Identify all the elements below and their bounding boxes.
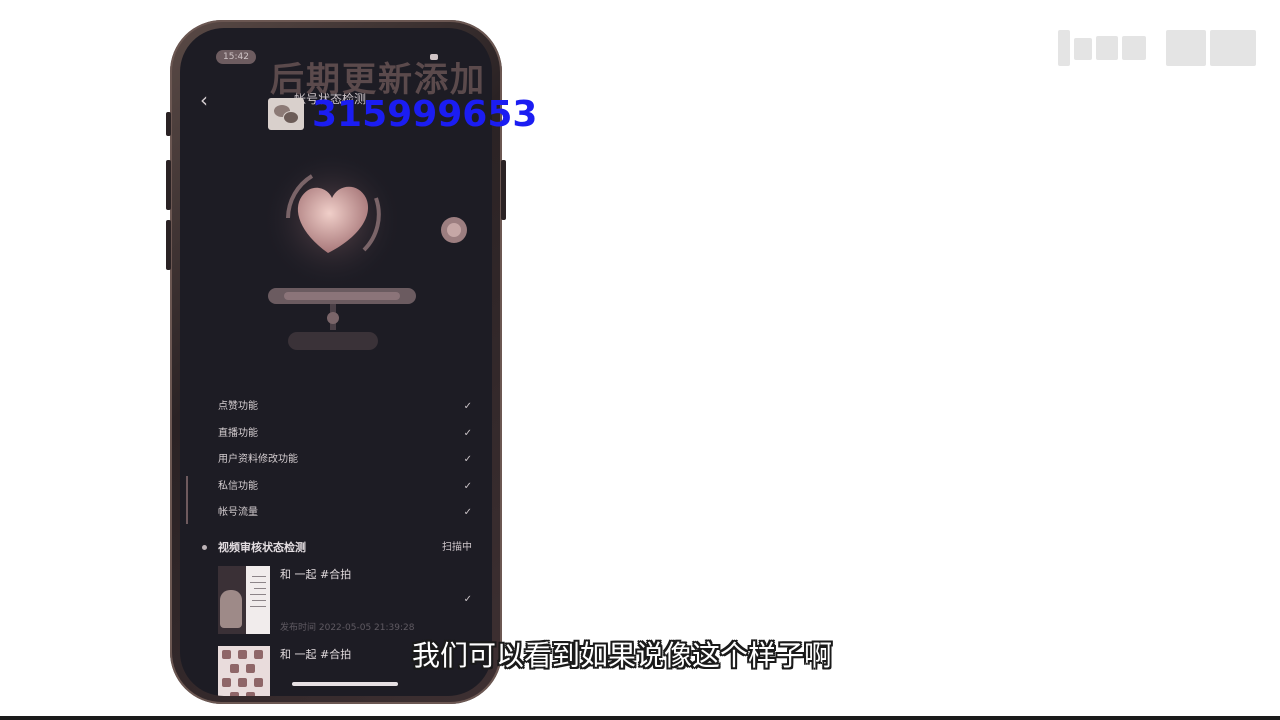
volume-up-button — [166, 160, 171, 210]
feature-checklist: 点赞功能 ✓ 直播功能 ✓ 用户资料修改功能 ✓ 私信功能 ✓ 帐号流量 ✓ — [218, 394, 472, 527]
bottom-border — [0, 716, 1280, 720]
check-item-message: 私信功能 ✓ — [218, 474, 472, 501]
check-label: 用户资料修改功能 — [218, 454, 298, 465]
check-label: 直播功能 — [218, 427, 258, 439]
home-indicator[interactable] — [292, 682, 398, 686]
check-label: 点赞功能 — [218, 401, 258, 412]
video-thumbnail — [218, 646, 270, 696]
bullet-icon — [202, 545, 207, 550]
volume-down-button — [166, 220, 171, 270]
check-item-live: 直播功能 ✓ — [218, 421, 472, 448]
contact-number: 315999653 — [312, 94, 538, 135]
section-title: 视频审核状态检测 — [218, 541, 306, 554]
video-title: 和 一起 #合拍 — [280, 568, 352, 581]
power-button — [501, 160, 506, 220]
check-label: 私信功能 — [218, 480, 258, 492]
scroll-marker — [186, 476, 188, 524]
check-item-profile-edit: 用户资料修改功能 ✓ — [218, 447, 472, 474]
checkmark-icon: ✓ — [463, 454, 472, 465]
mute-switch — [166, 112, 171, 136]
video-publish-time: 发布时间 2022-05-05 21:39:28 — [280, 623, 415, 633]
video-title: 和 一起 #合拍 — [280, 648, 352, 661]
video-review-header: 视频审核状态检测 扫描中 — [202, 538, 472, 558]
checkmark-icon: ✓ — [463, 480, 472, 492]
video-item[interactable]: 和 一起 #合拍 ✓ 发布时间 2022-05-05 21:39:28 — [218, 566, 472, 640]
pedestal-base — [288, 332, 378, 350]
video-subtitle: 我们可以看到如果说像这个样子啊 — [412, 639, 833, 672]
check-item-like: 点赞功能 ✓ — [218, 394, 472, 421]
check-item-traffic: 帐号流量 ✓ — [218, 500, 472, 527]
checkmark-icon: ✓ — [463, 427, 472, 439]
check-label: 帐号流量 — [218, 507, 258, 518]
checkmark-icon: ✓ — [463, 507, 472, 518]
checkmark-icon: ✓ — [463, 401, 472, 412]
checkmark-icon: ✓ — [463, 594, 472, 605]
video-thumbnail — [218, 566, 270, 634]
watermark-logo — [1058, 30, 1258, 66]
scan-status: 扫描中 — [442, 542, 472, 553]
wechat-icon — [268, 98, 304, 130]
